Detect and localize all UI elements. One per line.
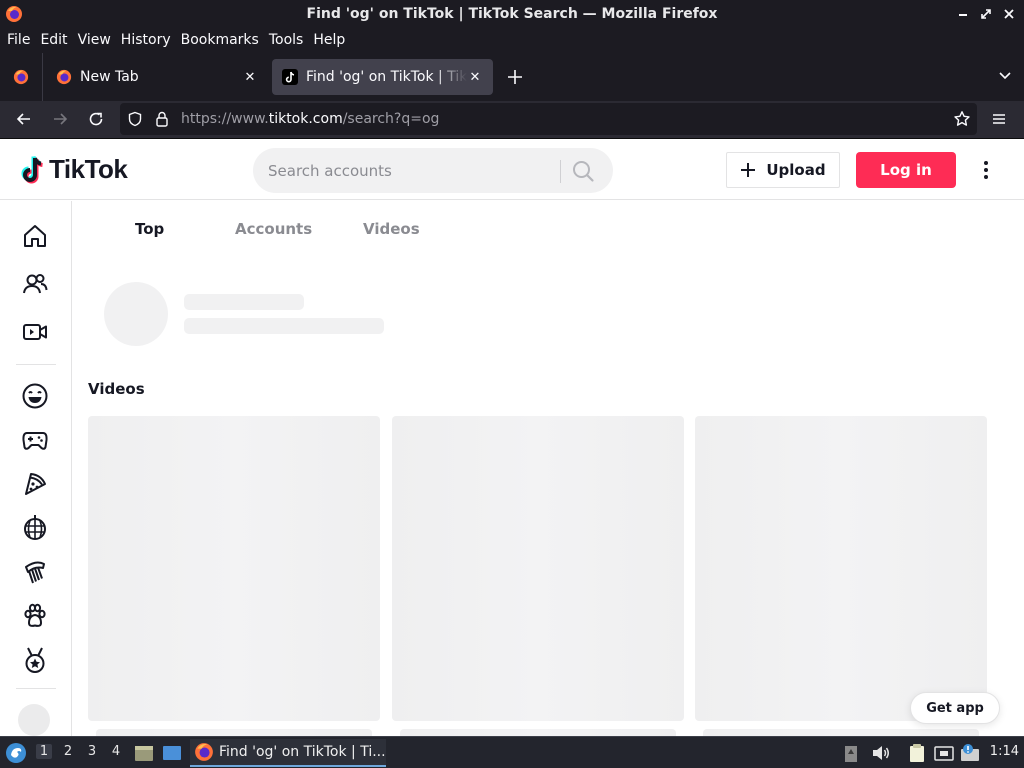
tiktok-wordmark: TikTok (49, 154, 128, 184)
following-icon[interactable] (19, 268, 51, 300)
menu-edit[interactable]: Edit (35, 30, 72, 53)
workspace-4[interactable]: 4 (108, 744, 124, 759)
navigation-toolbar: https://www.tiktok.com/search?q=og (0, 101, 1024, 139)
window-title: Find 'og' on TikTok | TikTok Search — Mo… (306, 6, 718, 22)
search-icon[interactable] (571, 159, 595, 183)
notification-icon[interactable] (959, 743, 981, 763)
tab-videos[interactable]: Videos (363, 220, 420, 238)
workspace-3[interactable]: 3 (84, 744, 100, 759)
account-name-skeleton (184, 294, 304, 310)
gaming-icon[interactable] (19, 424, 51, 456)
reload-icon[interactable] (87, 110, 105, 128)
beauty-icon[interactable] (19, 556, 51, 588)
workspace-2[interactable]: 2 (60, 744, 76, 759)
tab-accounts[interactable]: Accounts (235, 220, 312, 238)
tab-label: New Tab (80, 69, 139, 85)
avatar-placeholder (18, 704, 50, 736)
forward-arrow-icon[interactable] (51, 110, 69, 128)
menu-tools[interactable]: Tools (264, 30, 309, 53)
food-icon[interactable] (19, 468, 51, 500)
list-all-tabs-icon[interactable] (998, 69, 1012, 83)
os-taskbar: 1 2 3 4 Find 'og' on TikTok | Ti... 1:14 (0, 736, 1024, 768)
firefox-icon (56, 69, 72, 85)
tiktok-note-icon (20, 155, 46, 185)
workspace-1[interactable]: 1 (36, 744, 52, 759)
show-desktop-icon[interactable] (162, 743, 182, 763)
video-card-skeleton[interactable] (88, 416, 380, 721)
pinned-tab[interactable] (0, 53, 43, 101)
plus-icon (740, 162, 756, 178)
sidebar-divider (16, 688, 56, 689)
clock: 1:14 (989, 744, 1019, 759)
url-bar[interactable]: https://www.tiktok.com/search?q=og (120, 103, 977, 135)
file-manager-icon[interactable] (134, 743, 154, 763)
home-icon[interactable] (19, 220, 51, 252)
animals-icon[interactable] (19, 600, 51, 632)
video-card-skeleton[interactable] (392, 416, 684, 721)
tab-label: Find 'og' on TikTok | TikTok Search (306, 69, 467, 85)
close-tab-icon[interactable]: ✕ (467, 69, 483, 85)
bookmark-star-icon[interactable] (953, 110, 971, 128)
firefox-icon (13, 69, 29, 85)
upload-button[interactable]: Upload (726, 152, 840, 188)
menu-bookmarks[interactable]: Bookmarks (176, 30, 264, 53)
new-tab-plus-icon[interactable] (505, 67, 525, 87)
search-divider (560, 160, 561, 183)
restore-icon[interactable] (979, 7, 993, 21)
upload-label: Upload (766, 161, 826, 179)
tiktok-header: TikTok Upload Log in (0, 140, 1024, 200)
more-options-icon[interactable] (976, 159, 996, 181)
taskbar-firefox-window[interactable]: Find 'og' on TikTok | Ti... (190, 739, 386, 767)
window-titlebar: Find 'og' on TikTok | TikTok Search — Mo… (0, 0, 1024, 30)
sports-icon[interactable] (19, 644, 51, 676)
menu-history[interactable]: History (116, 30, 176, 53)
tiktok-favicon-icon (282, 69, 298, 85)
hamburger-menu-icon[interactable] (990, 110, 1008, 128)
comedy-icon[interactable] (19, 380, 51, 412)
clipboard-icon[interactable] (907, 743, 927, 763)
tab-top[interactable]: Top (135, 220, 164, 238)
dance-icon[interactable] (19, 512, 51, 544)
get-app-button[interactable]: Get app (910, 692, 1000, 724)
sidebar-divider (16, 364, 56, 365)
lock-icon[interactable] (154, 110, 170, 128)
network-icon[interactable] (934, 743, 954, 763)
menu-view[interactable]: View (73, 30, 116, 53)
video-card-skeleton[interactable] (695, 416, 987, 721)
battery-icon[interactable] (843, 743, 859, 763)
videos-section-heading: Videos (88, 380, 145, 398)
sidebar-nav (0, 201, 72, 736)
tracking-protection-shield-icon[interactable] (127, 111, 143, 127)
search-bar (253, 148, 613, 193)
back-arrow-icon[interactable] (15, 110, 33, 128)
tiktok-logo[interactable]: TikTok (20, 154, 128, 185)
close-window-icon[interactable] (1002, 7, 1016, 21)
tab-tiktok-search[interactable]: Find 'og' on TikTok | TikTok Search ✕ (272, 59, 493, 95)
live-icon[interactable] (19, 316, 51, 348)
taskbar-window-label: Find 'og' on TikTok | Ti... (219, 744, 386, 760)
account-info-skeleton (184, 318, 384, 334)
login-button[interactable]: Log in (856, 152, 956, 188)
menu-bar: File Edit View History Bookmarks Tools H… (0, 30, 1024, 53)
firefox-icon (194, 742, 214, 762)
start-menu-icon[interactable] (5, 742, 27, 764)
url-text[interactable]: https://www.tiktok.com/search?q=og (181, 111, 439, 127)
volume-icon[interactable] (871, 743, 891, 763)
tab-new-tab[interactable]: New Tab ✕ (46, 59, 268, 95)
close-tab-icon[interactable]: ✕ (242, 69, 258, 85)
search-input[interactable] (253, 148, 559, 193)
menu-file[interactable]: File (2, 30, 35, 53)
tab-strip: New Tab ✕ Find 'og' on TikTok | TikTok S… (0, 53, 1024, 101)
menu-help[interactable]: Help (308, 30, 350, 53)
minimize-icon[interactable] (956, 7, 970, 21)
account-avatar-skeleton (104, 282, 168, 346)
